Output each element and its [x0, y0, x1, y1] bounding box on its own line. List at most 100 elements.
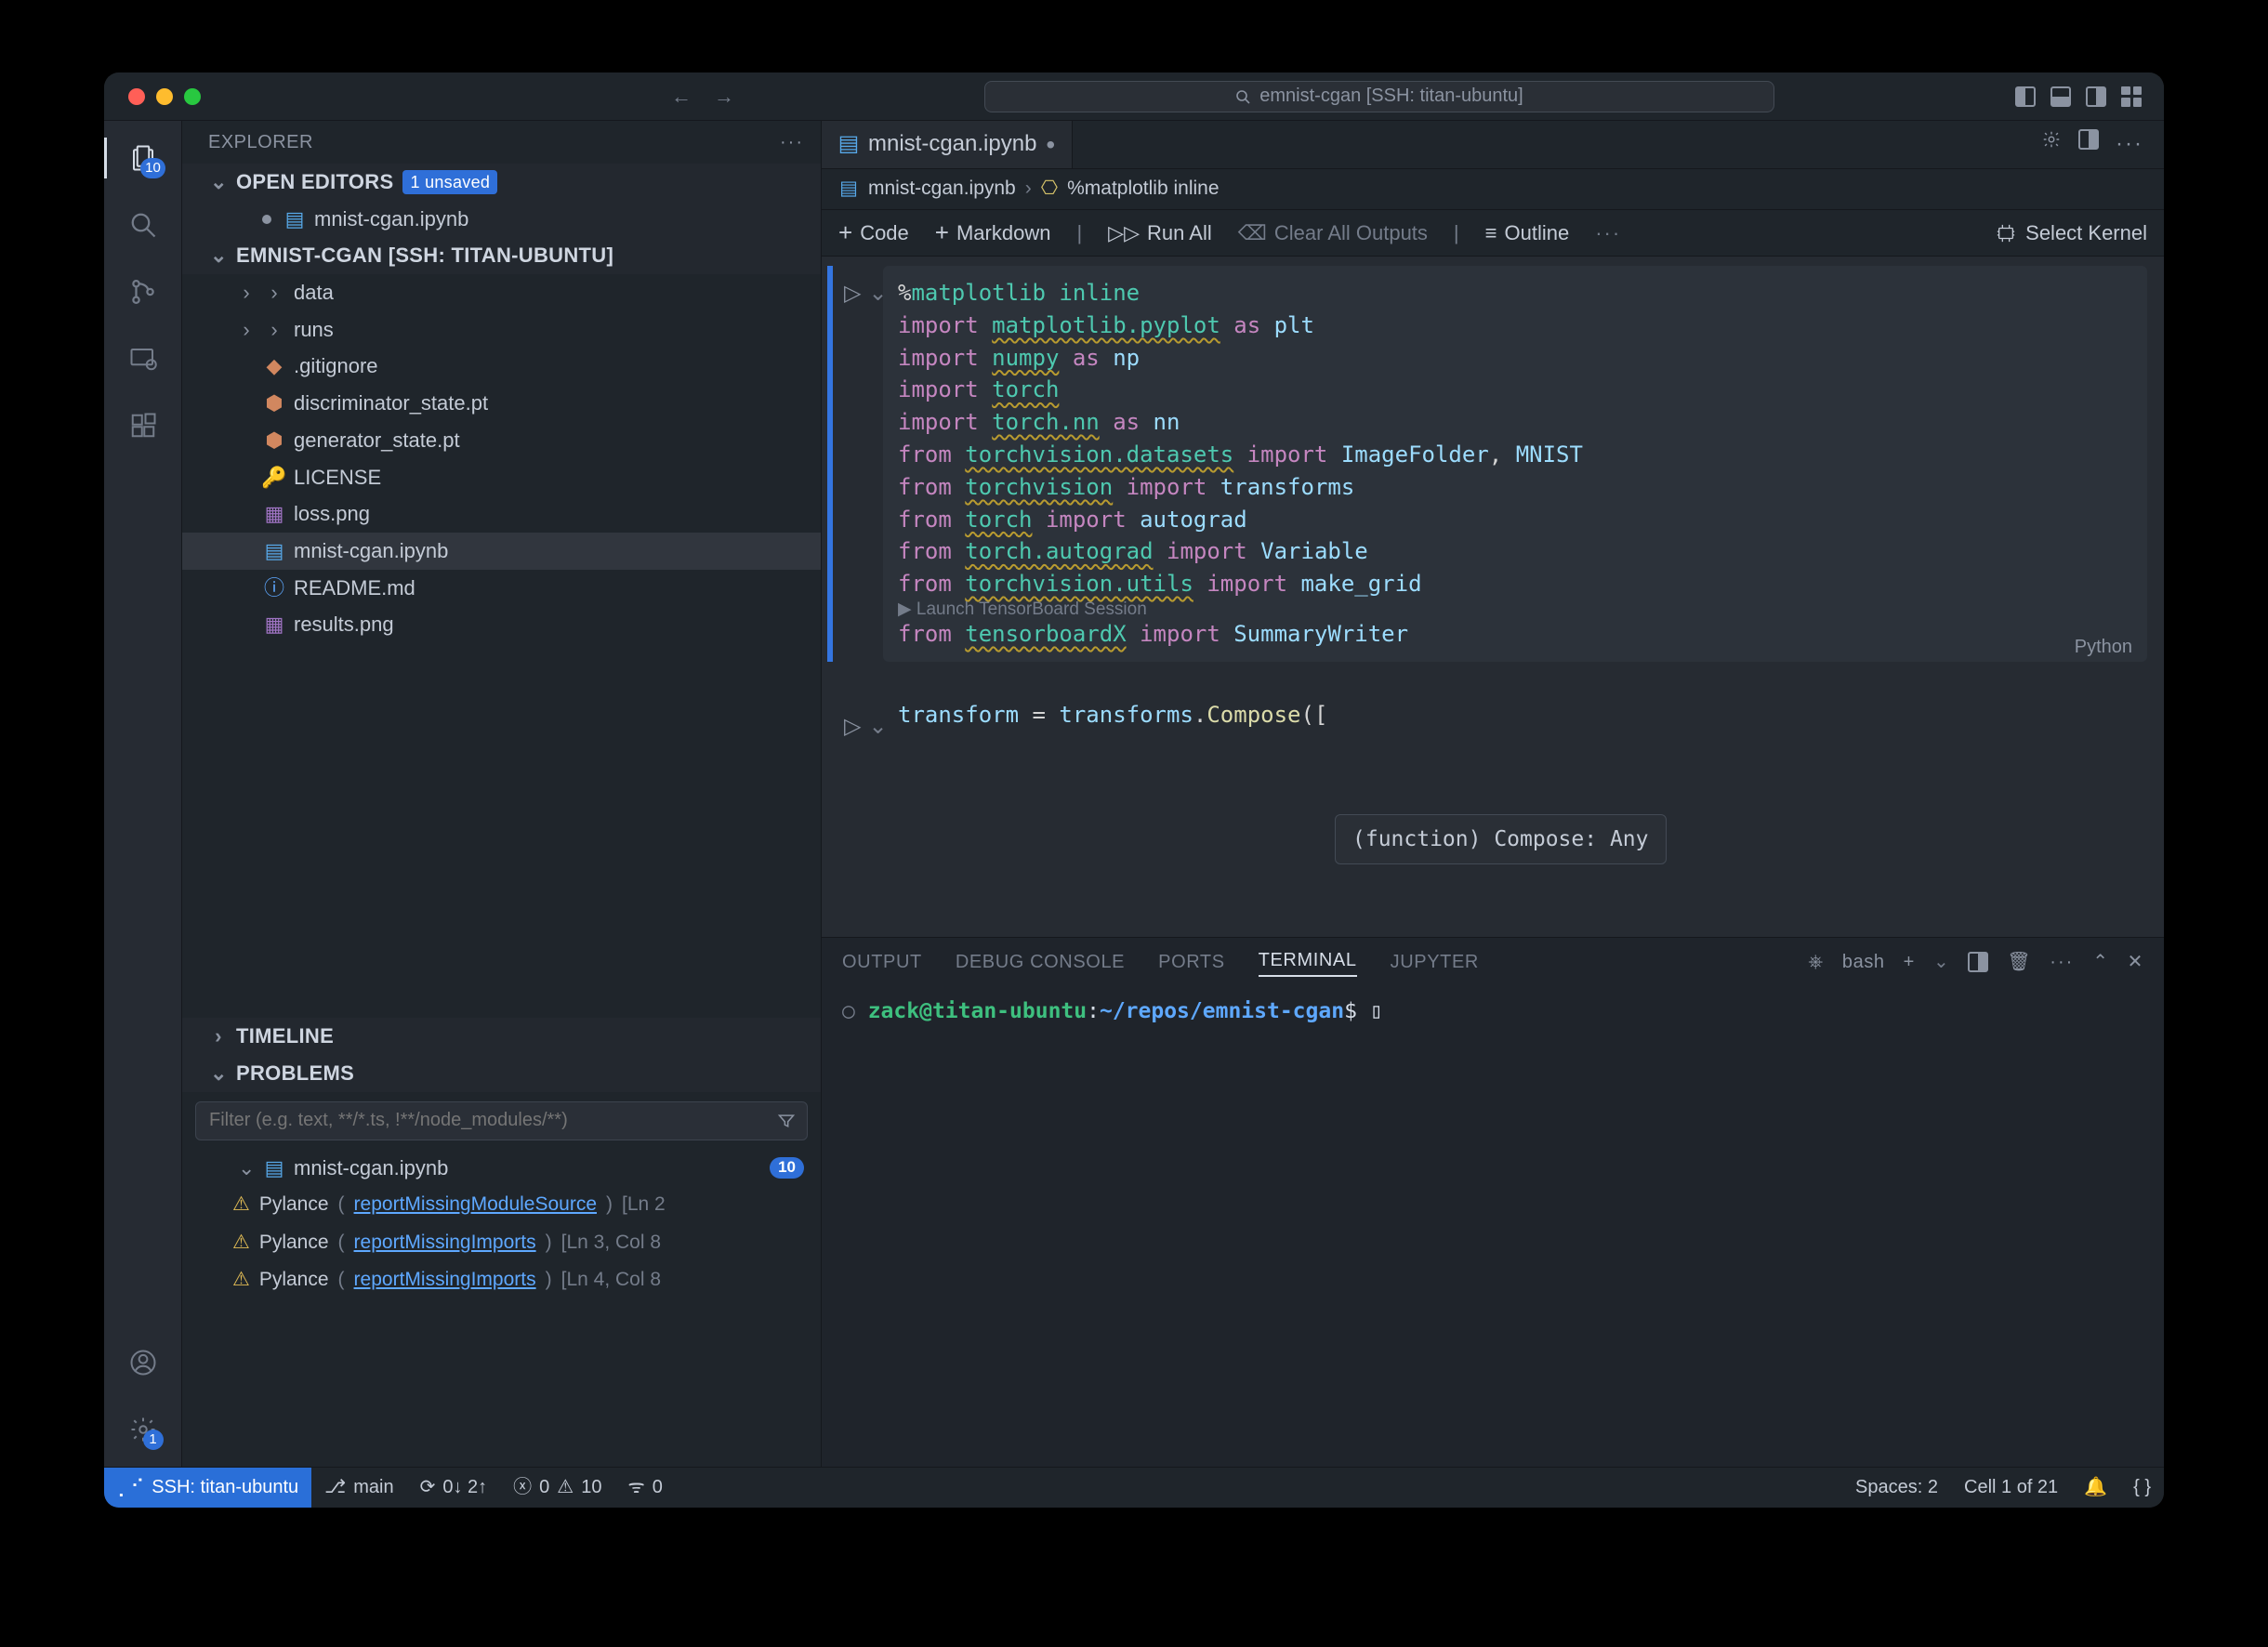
kill-terminal-icon[interactable]: 🗑: [2007, 950, 2031, 975]
customize-layout-icon[interactable]: [2121, 86, 2142, 107]
tree-file[interactable]: ▦results.png: [182, 606, 821, 643]
add-markdown-button[interactable]: +Markdown: [935, 217, 1051, 249]
chevron-down-icon[interactable]: ⌄: [1933, 950, 1949, 975]
warning-icon: ⚠: [557, 1475, 574, 1500]
status-notifications-icon[interactable]: 🔔: [2071, 1475, 2120, 1500]
code-cell-1[interactable]: ▷ ⌄ %matplotlib inlineimport matplotlib.…: [827, 266, 2147, 662]
sidebar-actions-icon[interactable]: ···: [780, 130, 804, 155]
terminal[interactable]: ○ zack@titan-ubuntu:~/repos/emnist-cgan$…: [822, 986, 2164, 1467]
status-spaces[interactable]: Spaces: 2: [1842, 1475, 1951, 1500]
tree-file[interactable]: 🔑LICENSE: [182, 459, 821, 496]
outline-button[interactable]: ≡Outline: [1485, 219, 1570, 247]
toggle-primary-sidebar-icon[interactable]: [2015, 86, 2036, 107]
add-code-button[interactable]: +Code: [838, 217, 909, 249]
gear-icon[interactable]: [2041, 129, 2062, 150]
activity-settings[interactable]: 1: [123, 1409, 164, 1450]
panel-tab-terminal[interactable]: TERMINAL: [1259, 948, 1357, 977]
terminal-path: ~/repos/emnist-cgan: [1100, 999, 1344, 1023]
panel-tab-debug[interactable]: DEBUG CONSOLE: [956, 950, 1125, 975]
minimize-window-icon[interactable]: [156, 88, 173, 105]
breadcrumb-cell[interactable]: %matplotlib inline: [1067, 176, 1219, 202]
file-icon: ▦: [264, 611, 284, 639]
run-all-button[interactable]: ▷▷Run All: [1108, 219, 1212, 247]
filter-icon[interactable]: [777, 1112, 796, 1130]
open-editors-header[interactable]: ⌄ OPEN EDITORS 1 unsaved: [182, 164, 821, 201]
nav-forward-icon[interactable]: →: [714, 83, 734, 111]
status-sync[interactable]: ⟳0↓ 2↑: [407, 1475, 501, 1500]
open-editor-item[interactable]: ▤ mnist-cgan.ipynb: [182, 201, 821, 238]
problems-header[interactable]: ⌄ PROBLEMS: [182, 1055, 821, 1092]
more-actions-icon[interactable]: ···: [2116, 129, 2143, 159]
panel-tab-output[interactable]: OUTPUT: [842, 950, 922, 975]
zoom-window-icon[interactable]: [184, 88, 201, 105]
toolbar-more-icon[interactable]: ···: [1595, 219, 1621, 247]
problem-rule[interactable]: reportMissingModuleSource: [354, 1192, 597, 1218]
tree-file[interactable]: ▤mnist-cgan.ipynb: [182, 533, 821, 570]
activity-remote-explorer[interactable]: [123, 338, 164, 379]
tree-folder[interactable]: ››runs: [182, 311, 821, 349]
terminal-profile-icon[interactable]: ⎈: [1808, 950, 1824, 975]
tree-item-label: loss.png: [294, 500, 370, 528]
panel-close-icon[interactable]: ✕: [2128, 950, 2143, 975]
problem-rule[interactable]: reportMissingImports: [354, 1230, 536, 1256]
status-branch[interactable]: ⎇main: [311, 1475, 406, 1500]
terminal-shell-name[interactable]: bash: [1842, 950, 1885, 975]
activity-source-control[interactable]: [123, 271, 164, 312]
code-editor[interactable]: %matplotlib inlineimport matplotlib.pypl…: [883, 266, 2147, 662]
problem-rule[interactable]: reportMissingImports: [354, 1267, 536, 1293]
tree-file[interactable]: ⓘREADME.md: [182, 570, 821, 607]
toggle-secondary-sidebar-icon[interactable]: [2086, 86, 2106, 107]
problem-item[interactable]: ⚠Pylance(reportMissingImports) [Ln 3, Co…: [182, 1224, 821, 1261]
tree-folder[interactable]: ››data: [182, 274, 821, 311]
tree-file[interactable]: ◆.gitignore: [182, 348, 821, 385]
status-cell[interactable]: Cell 1 of 21: [1951, 1475, 2071, 1500]
panel-tab-jupyter[interactable]: JUPYTER: [1391, 950, 1479, 975]
tree-item-label: mnist-cgan.ipynb: [294, 537, 448, 565]
panel-tab-ports[interactable]: PORTS: [1158, 950, 1225, 975]
status-problems[interactable]: ⓧ0 ⚠10: [500, 1475, 614, 1500]
tree-file[interactable]: ▦loss.png: [182, 495, 821, 533]
nav-back-icon[interactable]: ←: [671, 83, 692, 111]
problems-filter-input[interactable]: [207, 1107, 777, 1134]
clear-outputs-button[interactable]: ⌫Clear All Outputs: [1238, 219, 1428, 247]
chevron-down-icon: ⌄: [210, 1060, 227, 1087]
activity-accounts[interactable]: [123, 1342, 164, 1383]
toggle-panel-icon[interactable]: [2050, 86, 2071, 107]
status-ports[interactable]: ᯤ0: [614, 1475, 675, 1500]
run-cell-icon[interactable]: ▷: [844, 712, 861, 743]
code-editor[interactable]: transform = transforms.Compose([: [883, 699, 2147, 743]
problem-item[interactable]: ⚠Pylance(reportMissingModuleSource) [Ln …: [182, 1186, 821, 1223]
tree-item-label: .gitignore: [294, 352, 378, 380]
panel-maximize-icon[interactable]: ⌃: [2092, 950, 2108, 975]
run-cell-icon[interactable]: ▷: [844, 279, 861, 662]
problem-item[interactable]: ⚠Pylance(reportMissingImports) [Ln 4, Co…: [182, 1261, 821, 1298]
new-terminal-icon[interactable]: +: [1904, 950, 1915, 975]
split-editor-icon[interactable]: [2078, 129, 2099, 150]
project-header[interactable]: ⌄ EMNIST-CGAN [SSH: TITAN-UBUNTU]: [182, 237, 821, 274]
sync-icon: ⟳: [420, 1475, 436, 1500]
timeline-header[interactable]: › TIMELINE: [182, 1018, 821, 1055]
problems-filter[interactable]: [195, 1101, 808, 1140]
status-feedback-icon[interactable]: { }: [2120, 1475, 2164, 1500]
code-cell-2[interactable]: ▷ ⌄ transform = transforms.Compose([: [827, 699, 2147, 743]
activity-search[interactable]: [123, 204, 164, 245]
close-window-icon[interactable]: [128, 88, 145, 105]
activity-explorer[interactable]: 10: [123, 138, 164, 178]
panel-more-icon[interactable]: ···: [2050, 950, 2074, 975]
problems-file-row[interactable]: ⌄ ▤ mnist-cgan.ipynb 10: [182, 1150, 821, 1187]
status-remote[interactable]: ⡀⠊ SSH: titan-ubuntu: [104, 1468, 311, 1508]
code-lens[interactable]: ▶ Launch TensorBoard Session: [898, 600, 2132, 618]
tab-notebook[interactable]: ▤ mnist-cgan.ipynb •: [822, 121, 1073, 168]
breadcrumb-file[interactable]: mnist-cgan.ipynb: [868, 176, 1016, 202]
tree-item-label: generator_state.pt: [294, 427, 460, 455]
split-terminal-icon[interactable]: [1968, 952, 1988, 972]
cell-language[interactable]: Python: [2075, 638, 2132, 656]
tree-file[interactable]: ⬢generator_state.pt: [182, 422, 821, 459]
tree-file[interactable]: ⬢discriminator_state.pt: [182, 385, 821, 422]
select-kernel-button[interactable]: Select Kernel: [1996, 219, 2147, 247]
command-center[interactable]: emnist-cgan [SSH: titan-ubuntu]: [744, 81, 2015, 112]
breadcrumbs[interactable]: ▤ mnist-cgan.ipynb › ⎔ %matplotlib inlin…: [822, 169, 2164, 210]
activity-extensions[interactable]: [123, 405, 164, 446]
outline-icon: ≡: [1485, 219, 1497, 247]
jupyter-icon: ▤: [838, 129, 859, 159]
